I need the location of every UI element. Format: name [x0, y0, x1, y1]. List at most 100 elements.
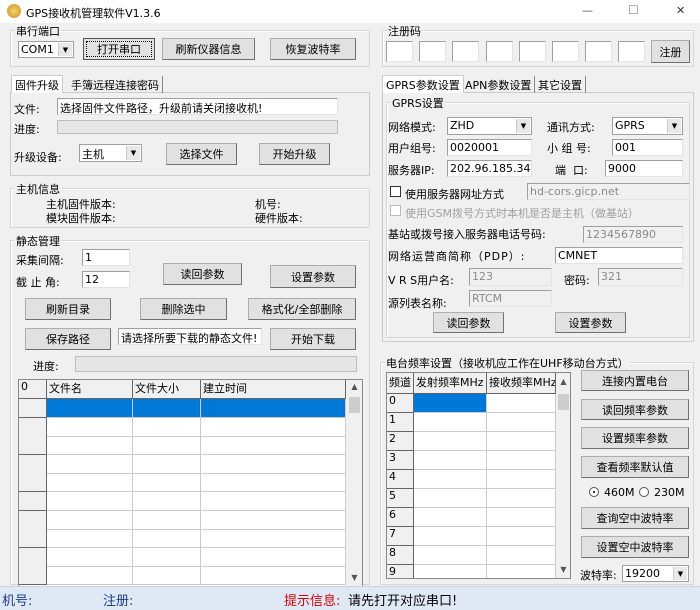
- channel-row-header[interactable]: 1: [387, 413, 414, 432]
- tx-freq-cell[interactable]: [414, 470, 487, 489]
- set-freq-button[interactable]: 设置频率参数: [581, 427, 689, 449]
- channel-row-header[interactable]: 3: [387, 451, 414, 470]
- tab-apn[interactable]: APN参数设置: [462, 76, 536, 93]
- table-cell[interactable]: [201, 436, 346, 456]
- reg-code-input[interactable]: [519, 41, 546, 62]
- delete-selected-button[interactable]: 删除选中: [140, 298, 227, 320]
- reg-code-input[interactable]: [552, 41, 579, 62]
- table-cell[interactable]: [201, 399, 346, 418]
- reg-code-input[interactable]: [452, 41, 479, 62]
- rx-freq-cell[interactable]: [487, 413, 556, 432]
- choose-file-button[interactable]: 选择文件: [166, 143, 237, 165]
- tab-other[interactable]: 其它设置: [535, 76, 586, 93]
- channel-row-header[interactable]: 7: [387, 527, 414, 546]
- start-download-button[interactable]: 开始下载: [270, 328, 356, 350]
- channel-row-header[interactable]: 5: [387, 489, 414, 508]
- radio-460m[interactable]: [589, 487, 599, 497]
- tx-freq-cell[interactable]: [414, 394, 487, 413]
- static-file-table[interactable]: 0 文件名 文件大小 建立时间 ▲ ▼: [18, 379, 363, 587]
- tx-freq-cell[interactable]: [414, 432, 487, 451]
- rx-freq-cell[interactable]: [487, 527, 556, 546]
- scrollbar-thumb[interactable]: [558, 394, 569, 410]
- rx-freq-cell[interactable]: [487, 508, 556, 527]
- channel-row-header[interactable]: 8: [387, 546, 414, 565]
- read-freq-button[interactable]: 读回频率参数: [581, 399, 689, 420]
- firmware-file-input[interactable]: 选择固件文件路径，升级前请关闭接收机!: [57, 98, 338, 115]
- tx-freq-cell[interactable]: [414, 413, 487, 432]
- row-header[interactable]: [19, 436, 47, 456]
- minimize-button[interactable]: —: [582, 4, 593, 17]
- table-cell[interactable]: [47, 566, 133, 586]
- table-cell[interactable]: [133, 417, 201, 437]
- table-cell[interactable]: [133, 399, 201, 418]
- user-group-input[interactable]: 0020001: [447, 139, 532, 156]
- reg-code-input[interactable]: [486, 41, 513, 62]
- channel-row-header[interactable]: 6: [387, 508, 414, 527]
- baud-select[interactable]: 19200 ▼: [622, 565, 689, 582]
- register-button[interactable]: 注册: [651, 40, 690, 63]
- radio-230m[interactable]: [639, 487, 649, 497]
- table-cell[interactable]: [133, 454, 201, 474]
- rx-freq-cell[interactable]: [487, 565, 556, 578]
- row-header[interactable]: [19, 566, 47, 586]
- frequency-table[interactable]: 频道 发射频率MHz 接收频率MHz 0 1 2 3 4 5 6 7 8 9 ▲ ▼: [386, 372, 571, 579]
- row-header[interactable]: [19, 492, 47, 511]
- table-cell[interactable]: [133, 529, 201, 549]
- channel-row-header[interactable]: 9: [387, 565, 414, 578]
- table-cell[interactable]: [133, 436, 201, 456]
- reg-code-input[interactable]: [386, 41, 413, 62]
- row-header[interactable]: [19, 473, 47, 493]
- row-header[interactable]: [19, 399, 47, 418]
- row-header[interactable]: [19, 547, 47, 567]
- table-cell[interactable]: [133, 510, 201, 530]
- reg-code-input[interactable]: [585, 41, 612, 62]
- table-cell[interactable]: [133, 547, 201, 567]
- table-cell[interactable]: [47, 473, 133, 493]
- source-input[interactable]: RTCM: [469, 290, 552, 307]
- channel-row-header[interactable]: 2: [387, 432, 414, 451]
- vrs-user-input[interactable]: 123: [469, 268, 552, 286]
- table-cell[interactable]: [201, 417, 346, 437]
- gprs-set-button[interactable]: 设置参数: [555, 312, 626, 333]
- comm-select[interactable]: GPRS ▼: [612, 117, 683, 135]
- tx-freq-cell[interactable]: [414, 508, 487, 527]
- table-cell[interactable]: [201, 529, 346, 549]
- format-delete-all-button[interactable]: 格式化/全部删除: [248, 298, 356, 320]
- ip-input[interactable]: 202.96.185.34: [447, 160, 532, 177]
- reg-code-input[interactable]: [419, 41, 446, 62]
- table-cell[interactable]: [201, 566, 346, 586]
- rx-freq-cell[interactable]: [487, 451, 556, 470]
- table-cell[interactable]: [47, 417, 133, 437]
- table-cell[interactable]: [47, 454, 133, 474]
- rx-freq-cell[interactable]: [487, 489, 556, 508]
- tab-remote-password[interactable]: 手簿远程连接密码: [68, 76, 163, 93]
- channel-row-header[interactable]: 0: [387, 394, 414, 413]
- port-input[interactable]: 9000: [605, 160, 683, 177]
- table-cell[interactable]: [47, 436, 133, 456]
- interval-input[interactable]: 1: [82, 249, 130, 266]
- table-cell[interactable]: [133, 492, 201, 511]
- open-port-button[interactable]: 打开串口: [83, 38, 155, 60]
- pdp-input[interactable]: CMNET: [555, 247, 683, 264]
- default-freq-button[interactable]: 查看频率默认值: [581, 456, 689, 478]
- tab-gprs[interactable]: GPRS参数设置: [382, 75, 464, 93]
- scroll-down-icon[interactable]: ▼: [556, 565, 570, 577]
- row-header[interactable]: [19, 454, 47, 474]
- tab-firmware[interactable]: 固件升级: [11, 75, 63, 93]
- connect-radio-button[interactable]: 连接内置电台: [581, 370, 689, 391]
- net-mode-select[interactable]: ZHD ▼: [447, 117, 532, 135]
- query-air-baud-button[interactable]: 查询空中波特率: [581, 507, 689, 529]
- pwd-input[interactable]: 321: [598, 268, 683, 286]
- table-cell[interactable]: [47, 547, 133, 567]
- row-header[interactable]: [19, 510, 47, 530]
- maximize-button[interactable]: ☐: [628, 3, 639, 17]
- cutoff-input[interactable]: 12: [82, 271, 130, 288]
- start-upgrade-button[interactable]: 开始升级: [259, 143, 330, 165]
- sub-group-input[interactable]: 001: [612, 139, 683, 156]
- rx-freq-cell[interactable]: [487, 546, 556, 565]
- static-read-button[interactable]: 读回参数: [163, 263, 242, 285]
- table-cell[interactable]: [47, 399, 133, 418]
- table-cell[interactable]: [133, 566, 201, 586]
- table-cell[interactable]: [201, 492, 346, 511]
- scroll-down-icon[interactable]: ▼: [346, 573, 362, 585]
